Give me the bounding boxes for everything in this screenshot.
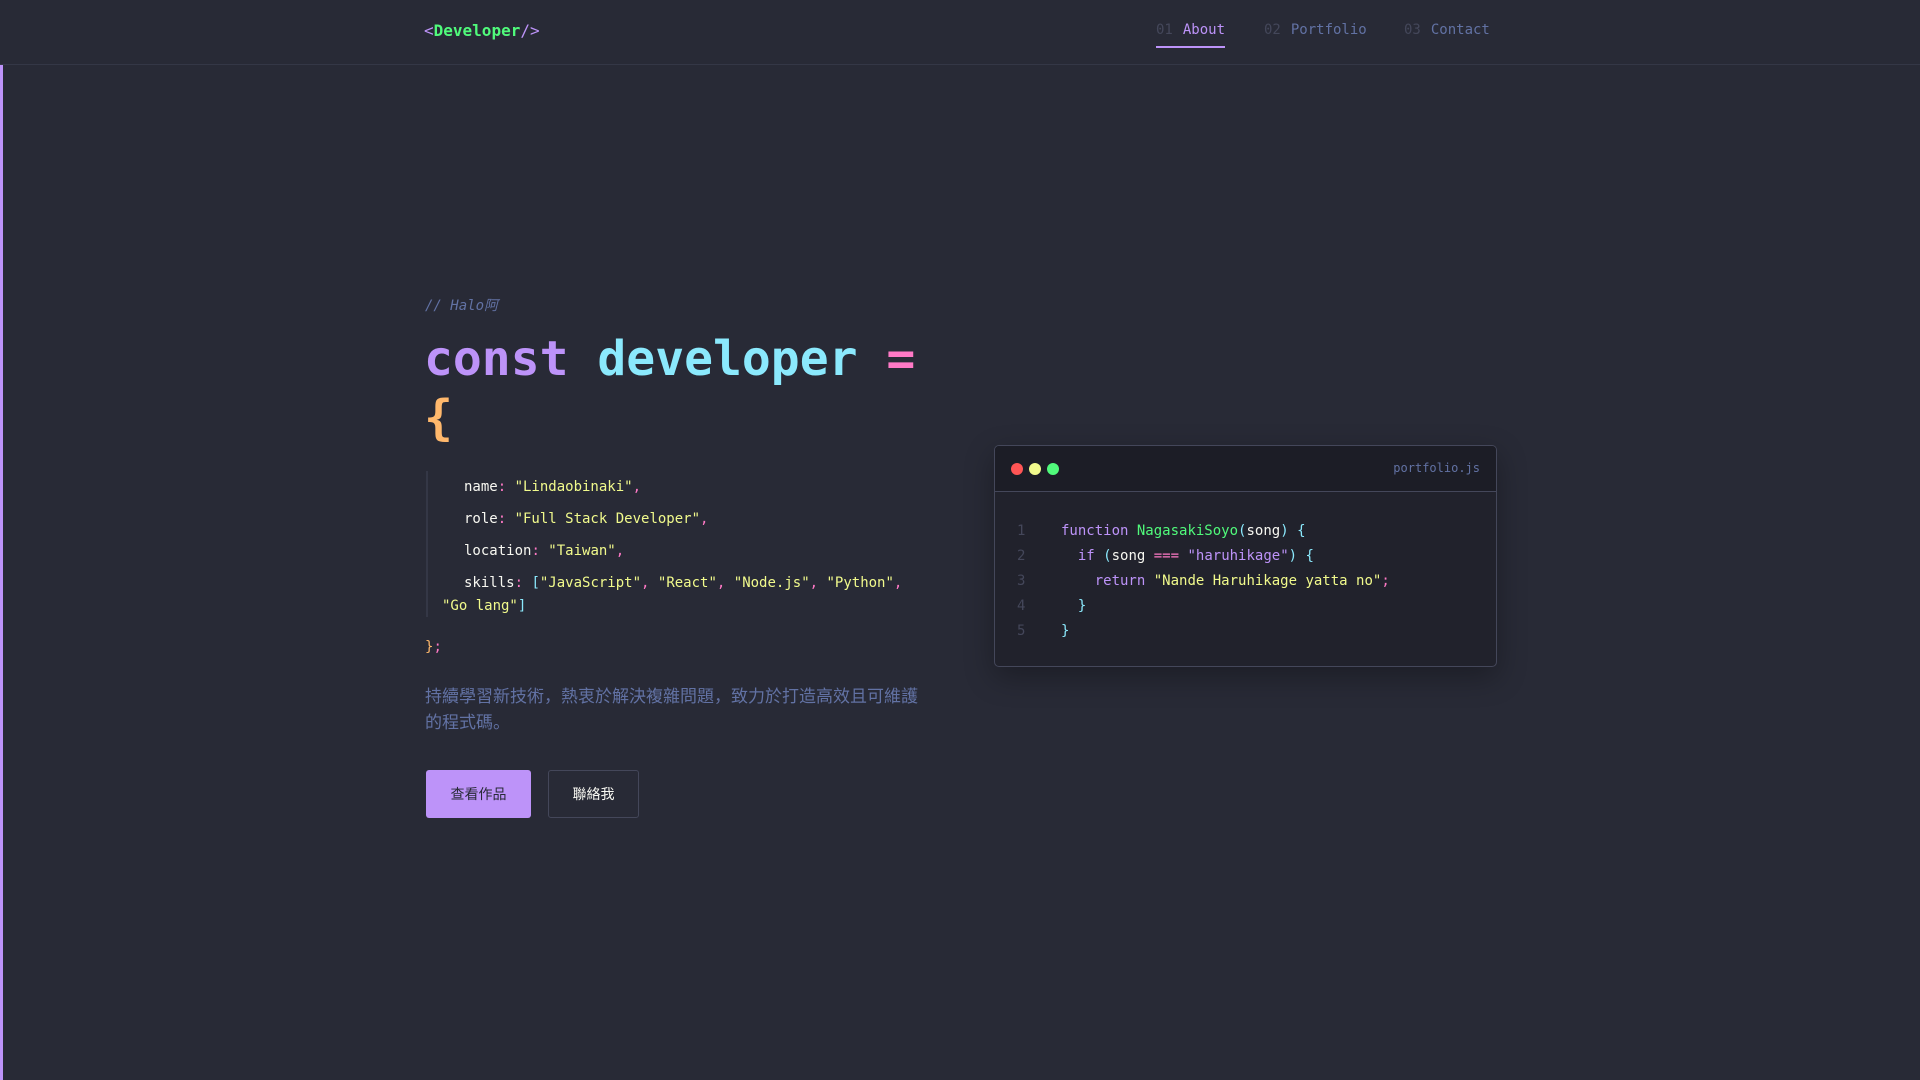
- semicolon: ;: [433, 639, 442, 655]
- value: "Lindaobinaki": [514, 479, 633, 495]
- hero-heading: const developer = {: [424, 330, 944, 448]
- field-role: role: "Full Stack Developer",: [464, 511, 709, 527]
- line-number: 3: [1017, 573, 1026, 589]
- identifier: developer: [597, 331, 858, 387]
- code-body: 1 function NagasakiSoyo(song) { 2 if (son…: [995, 492, 1496, 644]
- key: location: [464, 543, 532, 559]
- nav-num: 01: [1156, 22, 1173, 38]
- value: "Full Stack Developer": [514, 511, 701, 527]
- logo[interactable]: <Developer/>: [424, 21, 540, 40]
- field-name: name: "Lindaobinaki",: [464, 479, 642, 495]
- nav-about[interactable]: 01 About: [1156, 22, 1226, 48]
- key: role: [464, 511, 498, 527]
- code-line: 5}: [995, 619, 1496, 644]
- nav-portfolio[interactable]: 02 Portfolio: [1264, 22, 1367, 48]
- keyword-const: const: [424, 331, 569, 387]
- top-nav: <Developer/> 01 About 02 Portfolio 03 Conta…: [0, 0, 1920, 65]
- operator: =: [886, 331, 916, 387]
- value: "Taiwan": [548, 543, 616, 559]
- line-number: 2: [1017, 548, 1026, 564]
- code-line: 3 return "Nande Haruhikage yatta no";: [995, 569, 1496, 594]
- contact-me-button[interactable]: 聯絡我: [548, 770, 639, 818]
- hero-description: 持續學習新技術，熱衷於解決複雜問題，致力於打造高效且可維護的程式碼。: [425, 687, 918, 733]
- hero-comment: // Halo阿: [425, 298, 499, 314]
- key: name: [464, 479, 498, 495]
- line-number: 1: [1017, 523, 1026, 539]
- code-line: 2 if (song === "haruhikage") {: [995, 544, 1496, 569]
- developer-object: name: "Lindaobinaki", role: "Full Stack …: [426, 471, 926, 617]
- maximize-dot-icon: [1047, 463, 1059, 475]
- key: skills: [464, 575, 515, 591]
- skill: "Python": [826, 575, 894, 591]
- field-skills: skills: ["JavaScript", "React", "Node.js…: [464, 575, 903, 591]
- nav-num: 03: [1404, 22, 1421, 38]
- line-number: 5: [1017, 623, 1026, 639]
- open-brace: {: [424, 390, 453, 446]
- skill: "JavaScript": [539, 575, 642, 591]
- logo-name: Developer: [433, 21, 521, 40]
- minimize-dot-icon: [1029, 463, 1041, 475]
- close-brace: };: [425, 639, 442, 655]
- nav-contact[interactable]: 03 Contact: [1404, 22, 1490, 48]
- field-location: location: "Taiwan",: [464, 543, 625, 559]
- close-dot-icon: [1011, 463, 1023, 475]
- code-window: portfolio.js 1 function NagasakiSoyo(song…: [994, 445, 1497, 667]
- accent-left-border: [0, 65, 3, 1080]
- skill: "Go lang": [442, 598, 518, 614]
- line-number: 4: [1017, 598, 1026, 614]
- nav-label: About: [1182, 22, 1226, 38]
- code-line: 4 }: [995, 594, 1496, 619]
- nav-label: Contact: [1430, 22, 1490, 38]
- nav-num: 02: [1264, 22, 1281, 38]
- code-line: 1 function NagasakiSoyo(song) {: [995, 519, 1496, 544]
- window-titlebar: portfolio.js: [995, 446, 1496, 492]
- logo-open: <: [424, 21, 434, 40]
- filename: portfolio.js: [1393, 461, 1480, 475]
- nav-label: Portfolio: [1290, 22, 1367, 38]
- logo-close: />: [520, 21, 540, 40]
- view-work-button[interactable]: 查看作品: [426, 770, 531, 818]
- skill: "React": [657, 575, 717, 591]
- skill: "Node.js": [733, 575, 810, 591]
